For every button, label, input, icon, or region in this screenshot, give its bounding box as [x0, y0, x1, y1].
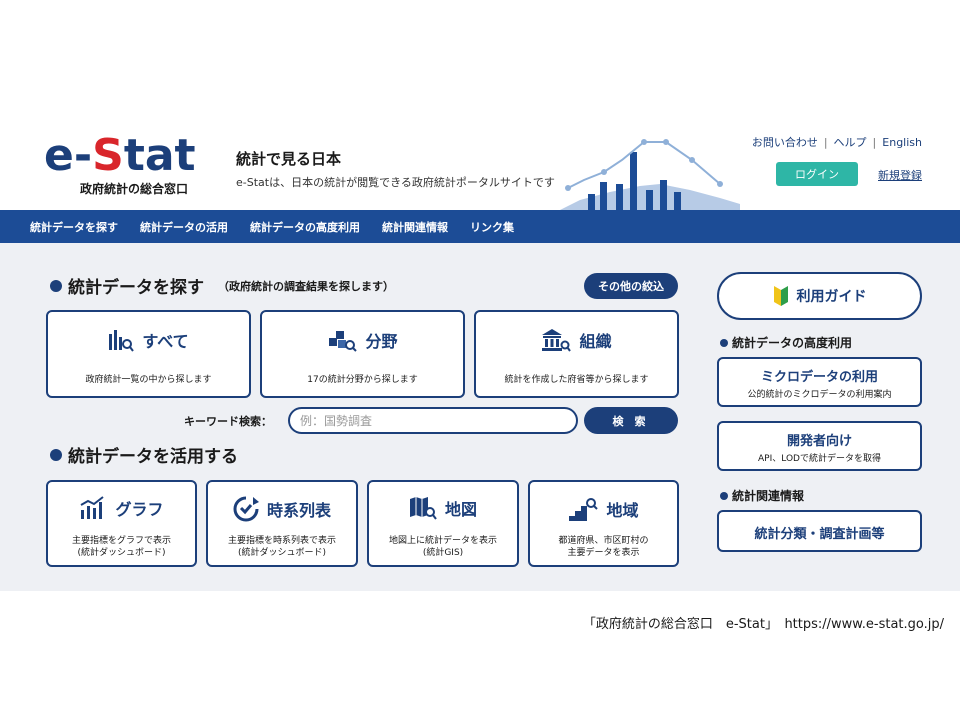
hero-chart-illustration: [560, 139, 740, 210]
use-card-time-series[interactable]: 時系列表 主要指標を時系列表で表示 (統計ダッシュボード): [206, 480, 358, 567]
card-head: 時系列表: [208, 496, 356, 522]
microdata-desc: 公的統計のミクロデータの利用案内: [747, 390, 892, 400]
estat-logo[interactable]: e-Stat 政府統計の総合窓口: [44, 134, 204, 204]
card-title: 分野: [365, 332, 398, 351]
use-section-title: 統計データを活用する: [50, 442, 238, 467]
bullet-icon: [720, 491, 728, 500]
microdata-button[interactable]: ミクロデータの利用 公的統計のミクロデータの利用案内: [717, 357, 922, 407]
top-utility-links: お問い合わせ | ヘルプ | English: [752, 134, 922, 150]
card-desc: 17の統計分野から探します: [307, 375, 418, 385]
link-separator: |: [872, 136, 877, 149]
use-card-region[interactable]: 地域 都道府県、市区町村の 主要データを表示: [528, 480, 679, 567]
clock-icon: [233, 496, 259, 522]
site-header: e-Stat 政府統計の総合窓口 統計で見る日本 e-Statは、日本の統計が閲…: [0, 120, 960, 210]
card-desc: (統計ダッシュボード): [237, 548, 327, 558]
card-title: グラフ: [115, 500, 164, 519]
stairs-search-icon: [569, 498, 599, 521]
card-head: 地域: [530, 496, 677, 522]
bullet-icon: [50, 279, 62, 292]
link-separator: |: [823, 136, 828, 149]
building-search-icon: [542, 329, 572, 352]
site-tagline: 統計で見る日本: [236, 150, 342, 168]
use-card-graph[interactable]: グラフ 主要指標をグラフで表示 (統計ダッシュボード): [46, 480, 197, 567]
nav-item-use-data[interactable]: 統計データの活用: [140, 219, 228, 235]
card-desc: 政府統計一覧の中から探します: [85, 375, 212, 385]
search-card-all[interactable]: すべて 政府統計一覧の中から探します: [46, 310, 251, 398]
site-description: e-Statは、日本の統計が閲覧できる政府統計ポータルサイトです: [236, 176, 555, 189]
card-title: 地図: [444, 500, 477, 519]
nav-item-advanced-use[interactable]: 統計データの高度利用: [250, 219, 360, 235]
use-section-heading: 統計データを活用する: [68, 447, 238, 467]
card-head: 地図: [369, 496, 517, 520]
card-title: 組織: [579, 332, 612, 351]
card-desc: (統計GIS): [422, 548, 464, 558]
advanced-use-heading: 統計データの高度利用: [732, 336, 853, 350]
card-head: グラフ: [48, 496, 195, 520]
graph-icon: [80, 496, 105, 519]
related-info-heading: 統計関連情報: [732, 489, 805, 503]
register-link[interactable]: 新規登録: [878, 167, 922, 183]
card-head: 分野: [262, 328, 463, 352]
use-card-map[interactable]: 地図 地図上に統計データを表示 (統計GIS): [367, 480, 519, 567]
search-button[interactable]: 検 索: [584, 407, 678, 434]
cubes-search-icon: [329, 331, 358, 352]
search-section-heading: 統計データを探す: [68, 278, 204, 298]
keyword-search-label: キーワード検索：: [184, 415, 272, 428]
related-info-title: 統計関連情報: [720, 487, 804, 504]
card-title: すべて: [142, 332, 189, 351]
bar-chart-search-icon: [109, 330, 135, 352]
main-content: 統計データを探す （政府統計の調査結果を探します） その他の絞込 すべて 政府統…: [0, 243, 960, 591]
card-desc: 主要データを表示: [567, 548, 640, 558]
logo-wordmark: e-Stat: [44, 134, 204, 178]
card-title: 時系列表: [266, 501, 331, 520]
microdata-title: ミクロデータの利用: [760, 370, 878, 385]
logo-text-post: tat: [123, 130, 196, 181]
contact-link[interactable]: お問い合わせ: [752, 136, 818, 149]
other-filter-button[interactable]: その他の絞込: [584, 273, 678, 299]
card-desc: (統計ダッシュボード): [77, 548, 166, 558]
help-link[interactable]: ヘルプ: [834, 136, 867, 149]
english-link[interactable]: English: [882, 136, 922, 149]
developer-desc: API、LODで統計データを取得: [758, 454, 881, 464]
global-nav: 統計データを探す 統計データの活用 統計データの高度利用 統計関連情報 リンク集: [0, 210, 960, 243]
developer-button[interactable]: 開発者向け API、LODで統計データを取得: [717, 421, 922, 471]
classification-button[interactable]: 統計分類・調査計画等: [717, 510, 922, 552]
nav-item-search-data[interactable]: 統計データを探す: [30, 219, 118, 235]
search-card-organization[interactable]: 組織 統計を作成した府省等から探します: [474, 310, 679, 398]
beginner-mark-icon: [773, 286, 788, 306]
keyword-search-input[interactable]: [288, 407, 578, 434]
search-card-field[interactable]: 分野 17の統計分野から探します: [260, 310, 465, 398]
search-section-note: （政府統計の調査結果を探します）: [218, 279, 394, 293]
nav-item-links[interactable]: リンク集: [470, 219, 514, 235]
login-button[interactable]: ログイン: [776, 162, 858, 186]
nav-item-related-info[interactable]: 統計関連情報: [382, 219, 448, 235]
logo-text-pre: e-: [44, 130, 93, 181]
card-desc: 統計を作成した府省等から探します: [504, 375, 649, 385]
map-search-icon: [409, 497, 437, 520]
bullet-icon: [720, 338, 728, 347]
user-guide-button[interactable]: 利用ガイド: [717, 272, 922, 320]
advanced-use-title: 統計データの高度利用: [720, 334, 852, 351]
search-section-title: 統計データを探す （政府統計の調査結果を探します）: [50, 273, 394, 298]
card-title: 地域: [606, 501, 639, 520]
logo-subtitle: 政府統計の総合窓口: [80, 182, 189, 196]
user-guide-label: 利用ガイド: [796, 289, 867, 305]
developer-title: 開発者向け: [786, 434, 852, 449]
source-caption: 「政府統計の総合窓口 e-Stat」 https://www.e-stat.go…: [582, 617, 944, 632]
card-head: すべて: [48, 328, 249, 352]
classification-title: 統計分類・調査計画等: [754, 527, 885, 542]
logo-text-s: S: [92, 130, 124, 181]
card-head: 組織: [476, 328, 677, 352]
bullet-icon: [50, 448, 62, 461]
